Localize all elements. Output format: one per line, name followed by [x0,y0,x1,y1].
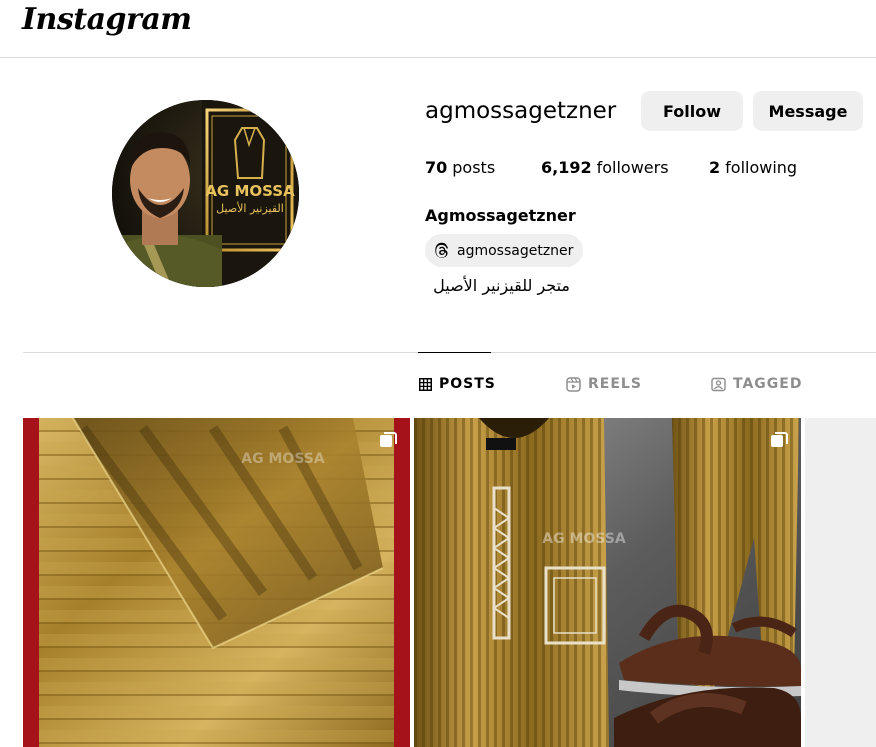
tab-reels[interactable]: REELS [566,376,642,392]
post-thumbnail-3[interactable] [805,418,876,747]
threads-icon [435,242,449,258]
followers-count: 6,192 [541,158,592,177]
tab-posts-label: POSTS [439,376,496,392]
carousel-icon [771,432,788,447]
posts-label: posts [452,158,496,177]
grid-icon [419,377,432,391]
top-bar: Instagram [0,0,876,58]
carousel-icon [380,432,397,447]
profile-bio: متجر للقيزنير الأصيل [433,276,570,295]
post-watermark-1: AG MOSSA [241,451,325,467]
posts-count: 70 [425,158,448,177]
avatar[interactable]: AG MOSSA القيزنير الأصيل [112,100,299,287]
tab-reels-label: REELS [588,376,642,392]
post-thumbnail-2[interactable]: AG MOSSA [414,418,801,747]
avatar-brand-subtext: القيزنير الأصيل [216,201,284,215]
following-stat[interactable]: 2 following [709,158,797,177]
followers-label: followers [596,158,669,177]
following-label: following [725,158,798,177]
follow-button[interactable]: Follow [641,91,743,131]
following-count: 2 [709,158,721,177]
profile-tabs: POSTS REELS TAGGED [0,376,876,396]
posts-stat: 70 posts [425,158,541,177]
active-tab-indicator [418,352,491,353]
post-thumbnail-1[interactable]: AG MOSSA [23,418,410,747]
message-button[interactable]: Message [753,91,863,131]
threads-link[interactable]: agmossagetzner [425,234,584,267]
profile-stats: 70 posts 6,192 followers 2 following [425,158,797,177]
profile-username: agmossagetzner [425,98,617,124]
tab-tagged[interactable]: TAGGED [711,376,802,392]
tab-tagged-label: TAGGED [733,376,803,392]
threads-handle: agmossagetzner [457,242,574,259]
followers-stat[interactable]: 6,192 followers [541,158,709,177]
post-image-2: AG MOSSA [414,418,801,747]
avatar-brand-text: AG MOSSA [205,182,295,200]
reels-icon [566,376,581,392]
instagram-logo[interactable]: Instagram [22,2,192,37]
profile-full-name: Agmossagetzner [425,206,576,225]
tab-posts[interactable]: POSTS [419,376,496,392]
post-image-1: AG MOSSA [23,418,410,747]
avatar-image: AG MOSSA القيزنير الأصيل [112,100,299,287]
post-watermark-2: AG MOSSA [542,531,626,547]
tagged-icon [711,377,726,391]
